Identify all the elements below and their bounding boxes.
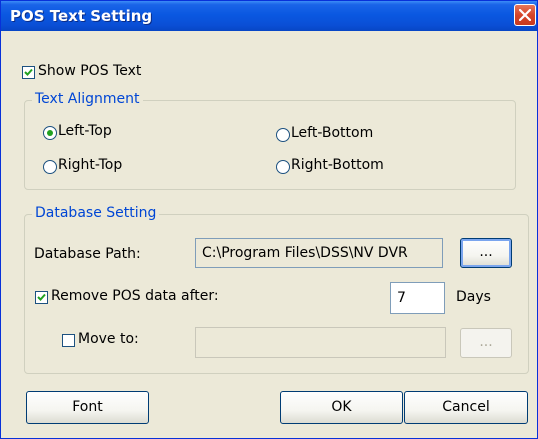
close-icon — [519, 9, 531, 21]
window-title: POS Text Setting — [10, 7, 153, 25]
move-to-label[interactable]: Move to: — [78, 331, 139, 347]
show-pos-text-label[interactable]: Show POS Text — [38, 63, 141, 79]
font-button[interactable]: Font — [26, 391, 149, 424]
remove-pos-data-checkbox[interactable] — [35, 291, 48, 304]
check-icon — [37, 293, 46, 301]
radio-left-top[interactable] — [43, 126, 57, 140]
dialog-window: POS Text Setting Show POS Text Text Alig… — [0, 0, 538, 439]
radio-right-bottom-label[interactable]: Right-Bottom — [291, 157, 384, 173]
title-bar[interactable]: POS Text Setting — [1, 1, 537, 31]
radio-right-top[interactable] — [43, 160, 57, 174]
radio-dot-icon — [47, 130, 53, 136]
move-to-field — [195, 327, 446, 358]
show-pos-text-checkbox[interactable] — [22, 66, 35, 79]
radio-right-bottom[interactable] — [276, 160, 290, 174]
cancel-button[interactable]: Cancel — [404, 391, 528, 424]
database-setting-title: Database Setting — [32, 205, 160, 221]
days-unit-label: Days — [456, 289, 491, 305]
ok-button[interactable]: OK — [280, 391, 403, 424]
database-path-label: Database Path: — [34, 246, 141, 262]
remove-pos-data-label[interactable]: Remove POS data after: — [51, 288, 219, 304]
radio-right-top-label[interactable]: Right-Top — [58, 157, 122, 173]
move-to-checkbox[interactable] — [62, 334, 75, 347]
database-path-browse-button[interactable]: ... — [460, 238, 512, 268]
days-field[interactable]: 7 — [390, 282, 445, 314]
radio-left-bottom-label[interactable]: Left-Bottom — [291, 125, 373, 141]
move-to-browse-button: ... — [460, 328, 512, 358]
check-icon — [24, 68, 33, 76]
close-button[interactable] — [514, 4, 536, 26]
radio-left-bottom[interactable] — [276, 128, 290, 142]
text-alignment-group — [24, 100, 516, 190]
text-alignment-title: Text Alignment — [32, 91, 143, 107]
database-path-field[interactable]: C:\Program Files\DSS\NV DVR — [195, 238, 443, 268]
radio-left-top-label[interactable]: Left-Top — [58, 123, 112, 139]
